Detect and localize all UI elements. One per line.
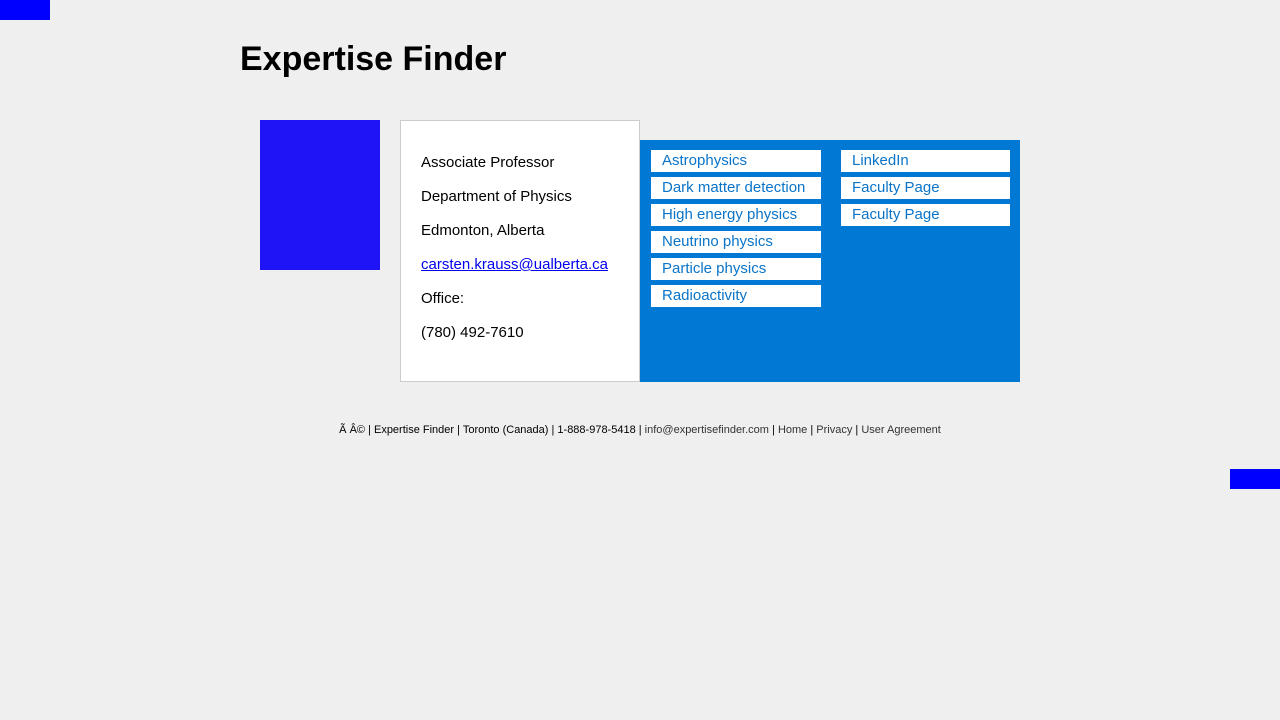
profile-info-card: Associate Professor Department of Physic…: [400, 120, 640, 382]
footer-home-link[interactable]: Home: [778, 424, 807, 436]
expertise-tag[interactable]: Astrophysics: [651, 150, 821, 172]
faculty-page-link[interactable]: Faculty Page: [841, 204, 1010, 226]
expertise-tag[interactable]: Neutrino physics: [651, 231, 821, 253]
footer-separator: |: [852, 424, 862, 436]
footer-agreement-link[interactable]: User Agreement: [861, 424, 940, 436]
expertise-tag[interactable]: Radioactivity: [651, 285, 821, 307]
profile-department: Department of Physics: [421, 188, 572, 205]
footer-email-link[interactable]: info@expertisefinder.com: [645, 424, 769, 436]
page-title: Expertise Finder: [240, 40, 507, 78]
footer-copyright: Ã Â© | Expertise Finder | Toronto (Canad…: [339, 424, 645, 436]
profile-phone: (780) 492-7610: [421, 324, 524, 341]
corner-block-bottom-right: [1230, 469, 1280, 489]
profile-photo: [260, 120, 380, 270]
expertise-panel: Astrophysics Dark matter detection High …: [640, 140, 1020, 382]
expertise-tag-list: Astrophysics Dark matter detection High …: [651, 150, 821, 312]
profile-email-line: carsten.krauss@ualberta.ca: [421, 256, 639, 274]
profile-email-link[interactable]: carsten.krauss@ualberta.ca: [421, 256, 608, 273]
footer: Ã Â© | Expertise Finder | Toronto (Canad…: [0, 423, 1280, 437]
profile-link-list: LinkedIn Faculty Page Faculty Page: [841, 150, 1010, 231]
expertise-tag[interactable]: Particle physics: [651, 258, 821, 280]
profile-office-label: Office:: [421, 290, 465, 307]
footer-separator: |: [768, 424, 778, 436]
corner-block-top-left: [0, 0, 50, 20]
footer-privacy-link[interactable]: Privacy: [816, 424, 852, 436]
faculty-page-link[interactable]: Faculty Page: [841, 177, 1010, 199]
footer-separator: |: [807, 424, 817, 436]
profile-position: Associate Professor: [421, 154, 555, 171]
expertise-tag[interactable]: High energy physics: [651, 204, 821, 226]
profile-location: Edmonton, Alberta: [421, 222, 545, 239]
linkedin-link[interactable]: LinkedIn: [841, 150, 1010, 172]
expertise-tag[interactable]: Dark matter detection: [651, 177, 821, 199]
